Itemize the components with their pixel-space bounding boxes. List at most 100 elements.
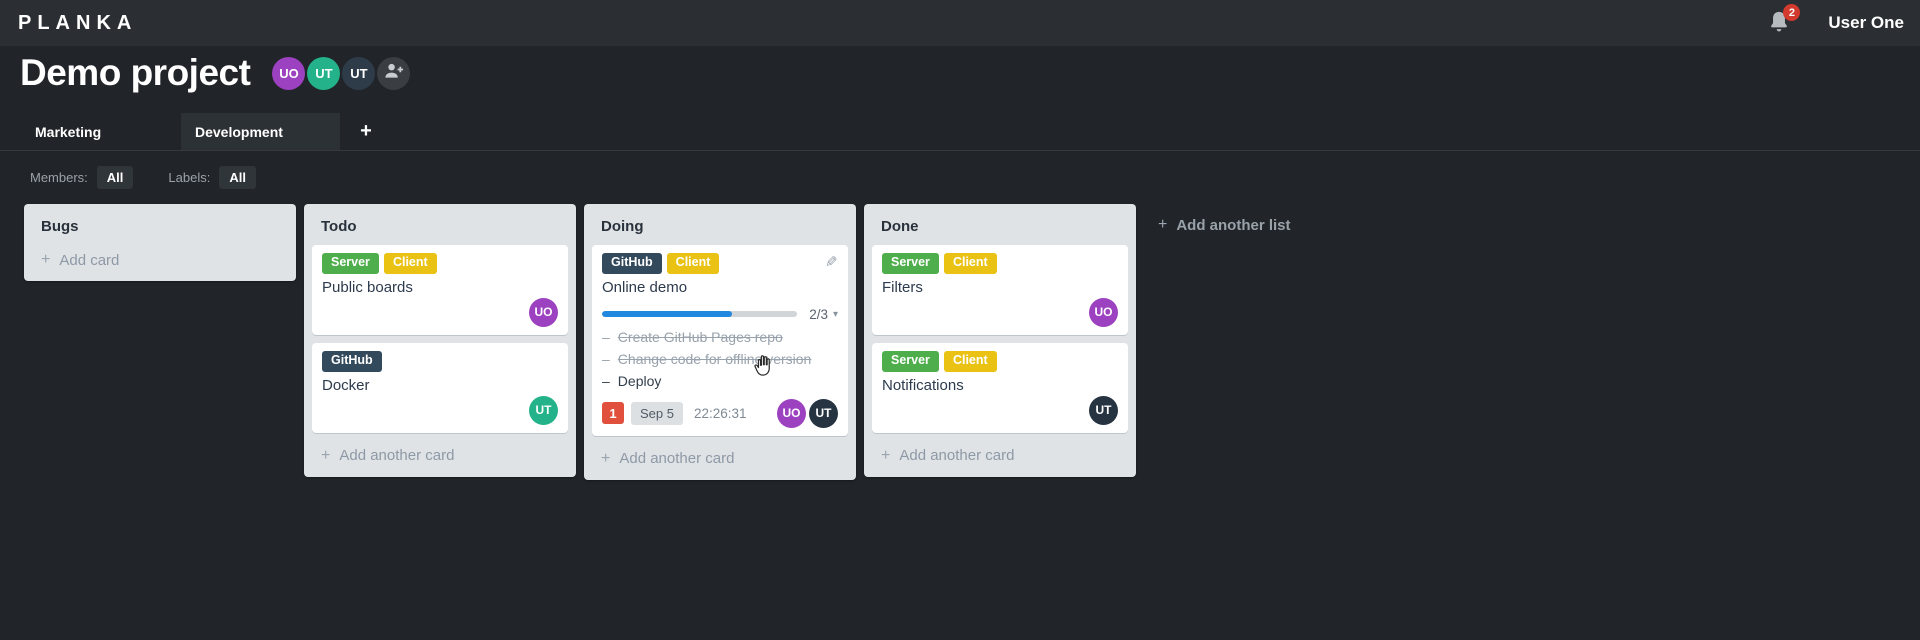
card-members: UT (882, 395, 1118, 425)
stopwatch-badge: 22:26:31 (693, 405, 747, 421)
card-member-avatar: UO (777, 398, 806, 428)
task-item: – Deploy (602, 370, 838, 392)
tab-marketing[interactable]: Marketing (24, 113, 181, 150)
card-member-avatar: UT (529, 395, 558, 425)
task-item: – Change code for offline version (602, 348, 838, 370)
label-server: Server (322, 253, 379, 274)
project-header: Demo project UO UT UT (20, 52, 411, 94)
label-client: Client (666, 253, 720, 274)
bell-icon (1768, 11, 1790, 38)
card-notification-badge: 1 (602, 402, 624, 425)
card-member-avatar: UO (529, 297, 558, 327)
project-members: UO UT UT (272, 56, 411, 90)
add-card-button[interactable]: + Add card (32, 245, 288, 273)
progress-fill (602, 311, 733, 318)
list-name[interactable]: Doing (592, 212, 848, 245)
task-text: Change code for offline version (617, 350, 812, 367)
card-members: UT (322, 395, 558, 425)
card-public-boards[interactable]: Server Client Public boards UO (312, 245, 568, 335)
project-member-avatar[interactable]: UT (307, 56, 341, 90)
labels-filter-label: Labels: (168, 170, 211, 185)
list-bugs: Bugs + Add card (24, 204, 296, 281)
card-labels: GitHub (322, 350, 558, 372)
list-name[interactable]: Bugs (32, 212, 288, 245)
plus-icon: + (1158, 216, 1168, 233)
progress-bar (602, 311, 798, 318)
plus-icon: + (321, 446, 331, 464)
notification-badge: 2 (1783, 4, 1801, 21)
task-list: – Create GitHub Pages repo – Change code… (602, 326, 838, 392)
add-card-button[interactable]: + Add another card (592, 444, 848, 472)
board-tabs: Marketing Development + (0, 113, 1920, 151)
add-member-icon (383, 62, 404, 84)
due-date-badge: Sep 5 (631, 401, 683, 425)
members-filter-label: Members: (30, 170, 88, 185)
card-member-avatar: UT (809, 398, 838, 428)
card-title: Notifications (882, 376, 964, 394)
label-client: Client (943, 253, 997, 274)
card-online-demo[interactable]: GitHub Client ✎ Online demo 2/3 ▾ – Crea… (592, 245, 848, 436)
add-list-button[interactable]: + Add another list (1158, 212, 1301, 238)
page-title[interactable]: Demo project (20, 52, 251, 94)
add-board-button[interactable]: + (340, 113, 392, 150)
add-card-button[interactable]: + Add another card (312, 441, 568, 469)
card-title: Public boards (322, 278, 413, 296)
plus-icon: + (360, 120, 372, 142)
edit-card-icon[interactable]: ✎ (825, 253, 838, 271)
app-logo[interactable]: PLANKA (18, 12, 137, 35)
task-dash: – (602, 350, 610, 367)
topbar: PLANKA 2 User One (0, 0, 1920, 46)
list-done: Done Server Client Filters UO Server Cli… (864, 204, 1136, 477)
add-card-label: Add another card (619, 450, 735, 468)
task-dash: – (602, 328, 610, 345)
board: Bugs + Add card Todo Server Client Publi… (24, 204, 1136, 480)
label-server: Server (882, 253, 939, 274)
card-labels: Server Client (882, 253, 1118, 274)
plus-icon: + (601, 449, 611, 467)
filter-bar: Members: All Labels: All (30, 166, 256, 189)
card-member-avatar: UT (1089, 395, 1118, 425)
add-card-label: Add another card (339, 447, 455, 464)
list-name[interactable]: Done (872, 212, 1128, 245)
card-members: UO (882, 297, 1118, 327)
progress-label: 2/3 (809, 306, 828, 322)
user-menu[interactable]: User One (1828, 13, 1904, 33)
task-progress: 2/3 ▾ (602, 307, 838, 322)
card-members: UO UT (777, 398, 838, 428)
card-member-avatar: UO (1089, 297, 1118, 327)
project-member-avatar[interactable]: UO (272, 56, 306, 90)
add-list-label: Add another list (1176, 216, 1291, 234)
card-footer: 1 Sep 5 22:26:31 UO UT (602, 398, 838, 428)
task-item: – Create GitHub Pages repo (602, 326, 838, 348)
list-doing: Doing GitHub Client ✎ Online demo 2/3 ▾ … (584, 204, 856, 480)
topbar-right: 2 User One (1768, 4, 1904, 38)
tab-development[interactable]: Development (181, 113, 340, 150)
project-member-avatar[interactable]: UT (342, 56, 376, 90)
label-server: Server (882, 350, 939, 372)
task-text: Deploy (617, 372, 662, 389)
card-filters[interactable]: Server Client Filters UO (872, 245, 1128, 335)
plus-icon: + (881, 446, 891, 464)
chevron-down-icon[interactable]: ▾ (833, 309, 838, 320)
card-notifications[interactable]: Server Client Notifications UT (872, 342, 1128, 433)
card-docker[interactable]: GitHub Docker UT (312, 342, 568, 433)
label-github: GitHub (602, 253, 662, 274)
plus-icon: + (41, 251, 51, 268)
card-title: Docker (322, 376, 370, 394)
notifications-button[interactable]: 2 (1768, 4, 1801, 38)
list-name[interactable]: Todo (312, 212, 568, 245)
add-card-label: Add card (59, 251, 120, 269)
list-todo: Todo Server Client Public boards UO GitH… (304, 204, 576, 477)
card-title: Filters (882, 278, 923, 296)
task-dash: – (602, 372, 610, 389)
label-client: Client (383, 253, 437, 274)
members-filter-value[interactable]: All (96, 166, 134, 189)
add-card-button[interactable]: + Add another card (872, 441, 1128, 469)
card-labels: GitHub Client ✎ (602, 253, 838, 274)
card-labels: Server Client (882, 350, 1118, 372)
labels-filter-value[interactable]: All (219, 166, 256, 189)
card-title: Online demo (602, 278, 688, 296)
add-card-label: Add another card (899, 447, 1015, 464)
add-member-button[interactable] (377, 56, 411, 90)
label-github: GitHub (322, 350, 382, 372)
